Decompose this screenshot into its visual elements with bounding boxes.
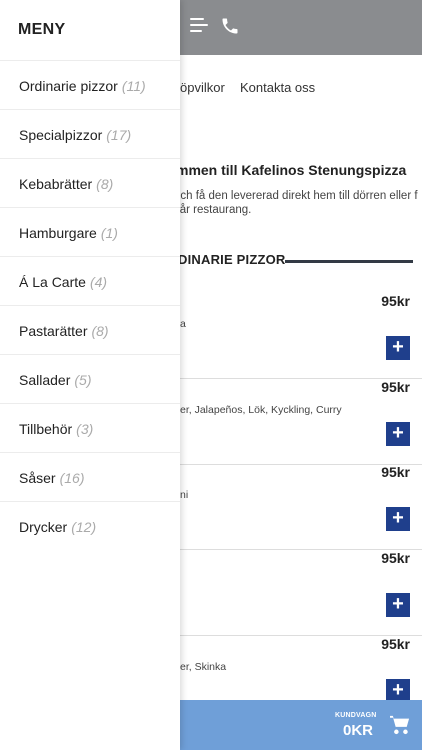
- drawer-item-hamburgare[interactable]: Hamburgare (1): [0, 207, 180, 256]
- drawer-item-count: (16): [59, 470, 85, 486]
- drawer-item-label: Kebabrätter: [19, 176, 93, 192]
- drawer-item-pastaratter[interactable]: Pastarätter (8): [0, 305, 180, 354]
- drawer-item-drycker[interactable]: Drycker (12): [0, 501, 180, 550]
- product-ingredients: er, Jalapeños, Lök, Kyckling, Curry: [180, 404, 342, 416]
- drawer-item-sallader[interactable]: Sallader (5): [0, 354, 180, 403]
- cart-label: KUNDVAGN: [335, 712, 377, 719]
- drawer-item-label: Drycker: [19, 519, 68, 535]
- drawer-item-count: (11): [121, 78, 146, 94]
- drawer-item-count: (3): [76, 421, 94, 437]
- drawer-item-label: Hamburgare: [19, 225, 97, 241]
- product-ingredients: ni: [180, 489, 189, 501]
- drawer-item-count: (4): [89, 274, 108, 290]
- add-to-cart-button[interactable]: +: [386, 336, 410, 360]
- shopping-cart-icon[interactable]: [389, 715, 411, 735]
- product-price: 95kr: [381, 636, 410, 652]
- drawer-item-specialpizzor[interactable]: Specialpizzor (17): [0, 109, 180, 158]
- drawer-item-count: (8): [96, 176, 114, 192]
- drawer-item-label: Á La Carte: [19, 274, 86, 290]
- drawer-item-count: (17): [106, 127, 132, 143]
- drawer-item-count: (5): [74, 372, 92, 388]
- drawer-item-label: Såser: [19, 470, 56, 486]
- drawer-item-label: Ordinarie pizzor: [19, 78, 118, 94]
- add-to-cart-button[interactable]: +: [386, 593, 410, 617]
- product-price: 95kr: [381, 293, 410, 309]
- drawer-item-label: Tillbehör: [19, 421, 73, 437]
- product-price: 95kr: [381, 464, 410, 480]
- drawer-item-label: Pastarätter: [19, 323, 88, 339]
- cart-total: 0KR: [343, 722, 374, 739]
- drawer-item-count: (1): [100, 225, 118, 241]
- product-price: 95kr: [381, 550, 410, 566]
- drawer-item-kebabratter[interactable]: Kebabrätter (8): [0, 158, 180, 207]
- phone-icon[interactable]: [220, 16, 240, 36]
- drawer-title: MENY: [18, 21, 66, 38]
- drawer-item-label: Specialpizzor: [19, 127, 103, 143]
- nav-link-terms[interactable]: öpvilkor: [180, 80, 225, 95]
- welcome-title-text: mmen till Kafelinos Stenungspizza: [176, 162, 407, 178]
- add-to-cart-button[interactable]: +: [386, 507, 410, 531]
- drawer-item-label: Sallader: [19, 372, 71, 388]
- drawer-item-a-la-carte[interactable]: Á La Carte (4): [0, 256, 180, 305]
- menu-drawer: MENY Ordinarie pizzor (11) Specialpizzor(…: [0, 0, 180, 750]
- nav-link-contact[interactable]: Kontakta oss: [240, 80, 315, 95]
- section-heading-label: DINARIE PIZZOR: [178, 252, 286, 267]
- drawer-item-count: (12): [71, 519, 97, 535]
- product-ingredients: a: [180, 318, 186, 330]
- welcome-subtitle-text: och få den levererad direkt hem till dör…: [174, 190, 418, 216]
- drawer-item-saser[interactable]: Såser (16): [0, 452, 180, 501]
- hamburger-menu-icon[interactable]: [190, 18, 208, 34]
- drawer-item-tillbehor[interactable]: Tillbehör (3): [0, 403, 180, 452]
- drawer-item-ordinarie-pizzor[interactable]: Ordinarie pizzor (11): [0, 60, 180, 109]
- drawer-item-count: (8): [91, 323, 109, 339]
- add-to-cart-button[interactable]: +: [386, 422, 410, 446]
- section-rule: [285, 260, 413, 263]
- product-price: 95kr: [381, 379, 410, 395]
- product-ingredients: er, Skinka: [180, 661, 227, 673]
